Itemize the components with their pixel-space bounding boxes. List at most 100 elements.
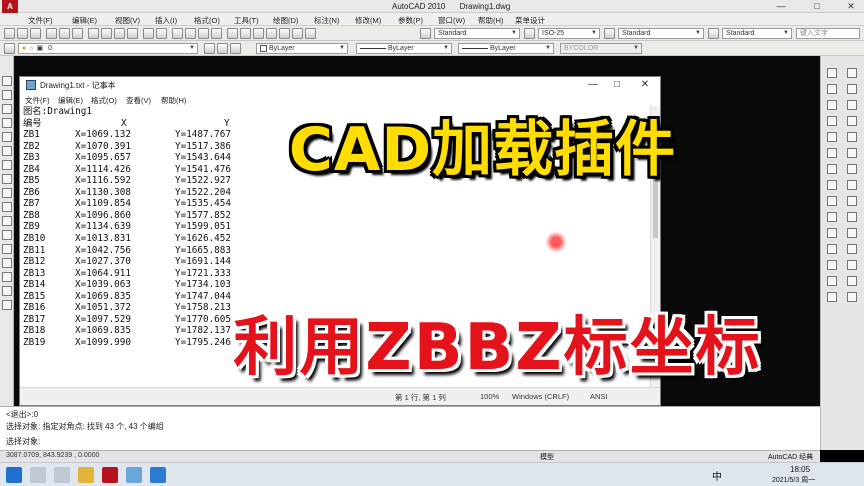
snap-intersection-icon[interactable] <box>827 212 837 222</box>
save-icon[interactable] <box>30 28 41 39</box>
plot-style-select[interactable]: BYCOLOR ▼ <box>560 43 642 54</box>
scale-icon[interactable] <box>847 116 857 126</box>
insert-block-icon[interactable] <box>2 216 12 226</box>
text-style-select[interactable]: Standard ▼ <box>434 28 520 39</box>
array-icon[interactable] <box>827 100 837 110</box>
table-icon[interactable] <box>2 286 12 296</box>
model-tab[interactable]: 模型 <box>540 452 554 462</box>
minimize-button[interactable]: — <box>770 1 792 12</box>
menu-window[interactable]: 窗口(W) <box>438 15 465 26</box>
snap-nearest-icon[interactable] <box>827 276 837 286</box>
stretch-icon[interactable] <box>827 132 837 142</box>
zoom-window-icon[interactable] <box>198 28 209 39</box>
preview-icon[interactable] <box>59 28 70 39</box>
close-button[interactable]: ✕ <box>840 1 862 12</box>
notepad-menu-format[interactable]: 格式(O) <box>91 95 117 106</box>
menu-help[interactable]: 帮助(H) <box>478 15 503 26</box>
clock-time[interactable]: 18:05 <box>790 465 810 474</box>
ellipse-icon[interactable] <box>2 202 12 212</box>
notepad-menu-edit[interactable]: 编辑(E) <box>58 95 83 106</box>
notepad-maximize-button[interactable]: □ <box>604 78 630 91</box>
design-center-icon[interactable] <box>240 28 251 39</box>
join-icon[interactable] <box>827 164 837 174</box>
line-icon[interactable] <box>2 76 12 86</box>
lineweight-select[interactable]: ByLayer ▼ <box>458 43 554 54</box>
snap-insert-icon[interactable] <box>827 260 837 270</box>
windows-start-icon[interactable] <box>6 467 22 483</box>
copy-icon[interactable] <box>101 28 112 39</box>
construction-line-icon[interactable] <box>2 90 12 100</box>
publish-icon[interactable] <box>72 28 83 39</box>
print-icon[interactable] <box>46 28 57 39</box>
menu-view[interactable]: 视图(V) <box>115 15 140 26</box>
menu-dimension[interactable]: 标注(N) <box>314 15 339 26</box>
snap-endpoint-icon[interactable] <box>827 196 837 206</box>
menu-custom[interactable]: 菜单设计 <box>515 15 545 26</box>
move-icon[interactable] <box>847 100 857 110</box>
chamfer-icon[interactable] <box>847 164 857 174</box>
color-select[interactable]: ByLayer ▼ <box>256 43 348 54</box>
revision-cloud-icon[interactable] <box>2 174 12 184</box>
notepad-menu-view[interactable]: 查看(V) <box>126 95 151 106</box>
menu-file[interactable]: 文件(F) <box>28 15 53 26</box>
properties-icon[interactable] <box>227 28 238 39</box>
autocad-task-icon[interactable] <box>102 467 118 483</box>
markup-icon[interactable] <box>279 28 290 39</box>
rotate-icon[interactable] <box>827 116 837 126</box>
menu-tools[interactable]: 工具(T) <box>234 15 259 26</box>
make-current-icon[interactable] <box>204 43 215 54</box>
edge-icon[interactable] <box>150 467 166 483</box>
break-icon[interactable] <box>847 148 857 158</box>
snap-tangent-icon[interactable] <box>847 228 857 238</box>
polygon-icon[interactable] <box>2 118 12 128</box>
snap-none-icon[interactable] <box>847 276 857 286</box>
hatch-icon[interactable] <box>2 258 12 268</box>
region-icon[interactable] <box>2 272 12 282</box>
menu-draw[interactable]: 绘图(D) <box>273 15 298 26</box>
point-icon[interactable] <box>2 244 12 254</box>
notepad-titlebar[interactable]: Drawing1.txt - 记事本 — □ ✕ <box>20 77 660 93</box>
zoom-realtime-icon[interactable] <box>185 28 196 39</box>
notepad-minimize-button[interactable]: — <box>580 78 606 91</box>
search-icon[interactable] <box>30 467 46 483</box>
task-view-icon[interactable] <box>54 467 70 483</box>
paste-icon[interactable] <box>114 28 125 39</box>
dim-style-select[interactable]: ISO-25 ▼ <box>538 28 600 39</box>
help-icon[interactable] <box>305 28 316 39</box>
cut-icon[interactable] <box>88 28 99 39</box>
table-style-select[interactable]: Standard ▼ <box>618 28 704 39</box>
rectangle-icon[interactable] <box>2 132 12 142</box>
search-input[interactable]: 键入文字 <box>796 28 860 39</box>
snap-midpoint-icon[interactable] <box>847 196 857 206</box>
polyline-icon[interactable] <box>2 104 12 114</box>
undo-icon[interactable] <box>143 28 154 39</box>
extend-icon[interactable] <box>827 148 837 158</box>
maximize-button[interactable]: □ <box>806 1 828 12</box>
notepad-menu-help[interactable]: 帮助(H) <box>161 95 186 106</box>
offset-icon[interactable] <box>847 84 857 94</box>
file-explorer-icon[interactable] <box>78 467 94 483</box>
mtext-icon[interactable] <box>2 300 12 310</box>
circle-icon[interactable] <box>2 160 12 170</box>
pan-icon[interactable] <box>172 28 183 39</box>
notepad-task-icon[interactable] <box>126 467 142 483</box>
temp-track-icon[interactable] <box>847 292 857 302</box>
sheet-set-icon[interactable] <box>266 28 277 39</box>
layer-select[interactable]: ● ☼ ▣ 0 ▼ <box>18 43 198 54</box>
linetype-select[interactable]: ByLayer ▼ <box>356 43 452 54</box>
menu-parametric[interactable]: 参数(P) <box>398 15 423 26</box>
notepad-menu-file[interactable]: 文件(F) <box>25 95 50 106</box>
autocad-logo-icon[interactable]: A <box>2 0 18 13</box>
menu-modify[interactable]: 修改(M) <box>355 15 381 26</box>
quickcalc-icon[interactable] <box>292 28 303 39</box>
new-icon[interactable] <box>4 28 15 39</box>
workspace-switch[interactable]: AutoCAD 经典 <box>768 452 813 462</box>
layer-previous-icon[interactable] <box>217 43 228 54</box>
match-properties-icon[interactable] <box>127 28 138 39</box>
explode-icon[interactable] <box>847 180 857 190</box>
notepad-close-button[interactable]: ✕ <box>632 78 658 91</box>
trim-icon[interactable] <box>847 132 857 142</box>
arc-icon[interactable] <box>2 146 12 156</box>
command-window[interactable]: <退出>:0 选择对象: 指定对角点: 找到 43 个, 43 个编组 选择对象… <box>0 406 820 450</box>
snap-perpendicular-icon[interactable] <box>827 244 837 254</box>
